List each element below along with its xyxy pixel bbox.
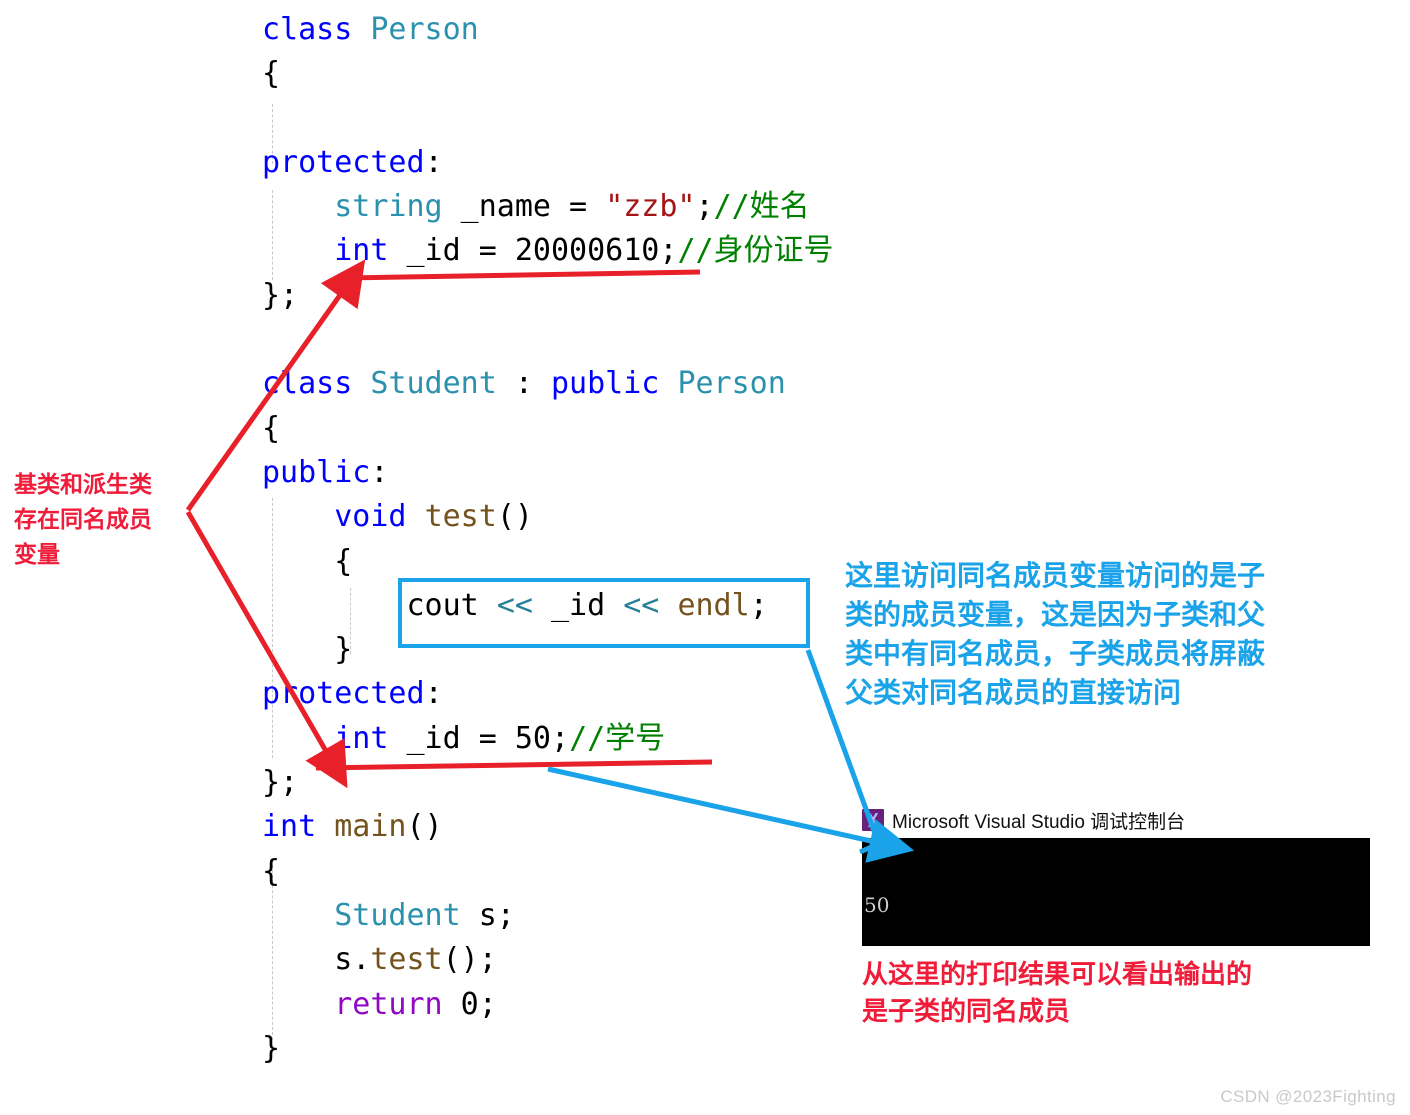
code-token: { — [262, 56, 281, 92]
annotation-left-red: 基类和派生类 存在同名成员 变量 — [14, 471, 152, 568]
code-token: return — [334, 986, 443, 1022]
annotation-bottom-red: 从这里的打印结果可以看出输出的 是子类的同名成员 — [862, 960, 1253, 1027]
code-token: ; — [695, 189, 714, 225]
code-token: { — [262, 410, 281, 446]
code-token: { — [262, 543, 353, 579]
console-line-1: 50 — [864, 893, 890, 917]
code-line: } — [262, 1027, 1042, 1071]
code-token: : — [424, 144, 443, 180]
code-token: protected — [262, 144, 425, 180]
code-token: //姓名 — [713, 189, 810, 225]
code-token: main — [334, 809, 407, 845]
code-token: void — [334, 499, 425, 535]
watermark: CSDN @2023Fighting — [1220, 1087, 1396, 1106]
annotation-right-blue: 这里访问同名成员变量访问的是子 类的成员变量，这是因为子类和父 类中有同名成员，… — [845, 559, 1266, 709]
code-line: }; — [262, 761, 1042, 805]
code-token: "zzb" — [605, 189, 696, 225]
code-token: ; — [659, 233, 678, 269]
code-token: Person — [370, 12, 479, 47]
code-token: public — [551, 366, 678, 402]
code-token: }; — [262, 765, 299, 801]
code-token: : — [424, 676, 443, 712]
code-token: : — [370, 454, 389, 490]
code-token: ; — [551, 720, 570, 756]
console-title-label: Microsoft Visual Studio 调试控制台 — [892, 811, 1186, 833]
code-line: string _name = "zzb";//姓名 — [262, 185, 1042, 229]
code-line: int _id = 50;//学号 — [262, 717, 1042, 761]
code-token: test — [370, 942, 443, 978]
code-token: 20000610 — [514, 233, 660, 269]
code-line: void test() — [262, 495, 1042, 539]
code-token: _name = — [442, 189, 606, 225]
code-token: } — [262, 632, 353, 668]
code-line: protected: — [262, 141, 1042, 185]
cout-highlight-box — [398, 578, 810, 648]
code-token: s. — [262, 942, 371, 978]
code-token: int — [262, 809, 335, 845]
console-title-bar: Microsoft Visual Studio 调试控制台 — [862, 802, 1370, 838]
code-token: Student — [334, 897, 461, 933]
screenshot-root: class Person { protected: string _name = … — [0, 0, 1410, 1115]
code-line: { — [262, 52, 1042, 96]
code-line: }; — [262, 274, 1042, 318]
code-token: public — [262, 454, 371, 490]
code-token: int — [334, 720, 389, 756]
code-line: class Student : public Person — [262, 362, 1042, 406]
console-output: 50 D:\C C++\c++\cplus-plus\test_4_7\Debu… — [862, 838, 1370, 946]
visual-studio-icon — [862, 809, 884, 831]
code-token: 50 — [514, 720, 551, 756]
code-token: //学号 — [569, 720, 666, 756]
code-line: int _id = 20000610;//身份证号 — [262, 229, 1042, 273]
code-token: 0; — [442, 986, 497, 1022]
code-token: Person — [677, 366, 786, 402]
code-token: () — [496, 499, 533, 535]
code-token: _id = — [388, 720, 515, 756]
code-token: protected — [262, 676, 425, 712]
code-token: test — [424, 499, 497, 535]
code-line: class Person — [262, 8, 1042, 52]
code-token: Student — [370, 366, 497, 402]
code-line: { — [262, 407, 1042, 451]
code-token: () — [406, 809, 443, 845]
code-line: public: — [262, 451, 1042, 495]
code-token: //身份证号 — [677, 233, 834, 269]
code-token: int — [334, 233, 389, 269]
code-token: (); — [442, 942, 497, 978]
code-token: _id = — [388, 233, 515, 269]
code-token: class — [262, 366, 371, 402]
code-token: class — [262, 12, 371, 47]
code-token: } — [262, 1030, 281, 1066]
code-token: { — [262, 853, 281, 889]
code-token: string — [334, 189, 443, 225]
code-token: }; — [262, 277, 299, 313]
code-token: : — [496, 366, 551, 402]
debug-console-window[interactable]: Microsoft Visual Studio 调试控制台 50 D:\C C+… — [862, 802, 1370, 946]
code-token: s; — [460, 897, 515, 933]
